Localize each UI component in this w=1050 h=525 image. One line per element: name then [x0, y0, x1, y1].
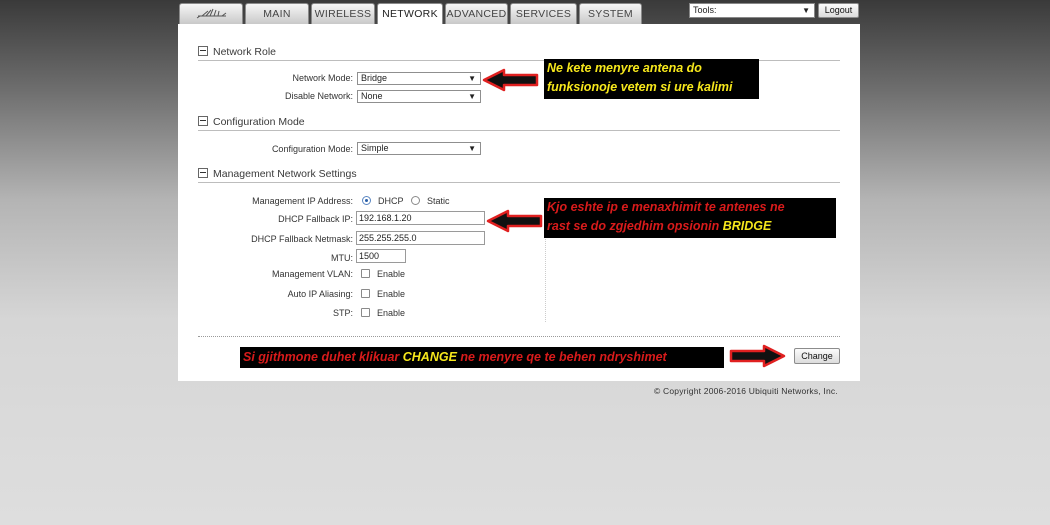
configuration-mode-label: Configuration Mode: — [271, 144, 353, 154]
configuration-mode-select[interactable]: Simple ▼ — [357, 142, 481, 155]
disable-network-value: None — [361, 91, 383, 101]
section-title: Management Network Settings — [213, 168, 357, 180]
collapse-icon[interactable] — [198, 46, 208, 57]
tools-select[interactable]: Tools: ▼ — [689, 3, 815, 18]
annotation-network-mode: Ne kete menyre antena do funksionoje vet… — [544, 59, 759, 99]
annotation-line: Kjo eshte ip e menaxhimit te antenes ne — [547, 200, 785, 214]
annotation-line: Si gjithmone duhet klikuar — [243, 350, 403, 364]
divider — [198, 130, 840, 131]
mtu-label: MTU: — [331, 253, 353, 263]
management-vlan-checkbox[interactable] — [361, 269, 370, 278]
annotation-change: Si gjithmone duhet klikuar CHANGE ne men… — [240, 347, 724, 368]
network-mode-value: Bridge — [361, 73, 388, 83]
tab-wireless[interactable]: WIRELESS — [311, 3, 375, 24]
network-mode-label: Network Mode: — [292, 73, 353, 83]
enable-label: Enable — [377, 269, 406, 279]
tab-system[interactable]: SYSTEM — [579, 3, 642, 24]
stp-checkbox[interactable] — [361, 308, 370, 317]
tools-select-value: Tools: — [693, 5, 717, 15]
disable-network-label: Disable Network: — [284, 91, 353, 101]
tab-advanced[interactable]: ADVANCED — [445, 3, 508, 24]
stp-label: STP: — [332, 308, 353, 318]
chevron-down-icon: ▼ — [468, 144, 476, 153]
arrow-right-icon — [729, 344, 786, 368]
arrow-left-icon — [486, 209, 543, 233]
enable-label: Enable — [377, 308, 406, 318]
network-mode-select[interactable]: Bridge ▼ — [357, 72, 481, 85]
annotation-highlight: BRIDGE — [722, 219, 772, 233]
disable-network-select[interactable]: None ▼ — [357, 90, 481, 103]
chevron-down-icon: ▼ — [802, 6, 810, 15]
tab-logo[interactable] — [179, 3, 243, 24]
annotation-line: ne menyre qe te behen ndryshimet — [456, 350, 667, 364]
annotation-line: Ne kete menyre antena do — [547, 61, 702, 75]
static-label: Static — [427, 196, 450, 206]
fallback-netmask-input[interactable]: 255.255.255.0 — [356, 231, 485, 245]
copyright-text: © Copyright 2006-2016 Ubiquiti Networks,… — [654, 386, 838, 396]
dhcp-label: DHCP — [378, 196, 404, 206]
enable-label: Enable — [377, 289, 406, 299]
auto-ip-aliasing-label: Auto IP Aliasing: — [287, 289, 353, 299]
annotation-fallback-ip: Kjo eshte ip e menaxhimit te antenes ne … — [544, 198, 836, 238]
dhcp-radio[interactable] — [362, 196, 371, 205]
network-role-header[interactable]: Network Role — [198, 46, 276, 58]
static-radio[interactable] — [411, 196, 420, 205]
management-ip-label: Management IP Address: — [252, 196, 353, 206]
fallback-ip-label: DHCP Fallback IP: — [278, 214, 353, 224]
configuration-mode-value: Simple — [361, 143, 389, 153]
chevron-down-icon: ▼ — [468, 92, 476, 101]
collapse-icon[interactable] — [198, 116, 208, 127]
divider — [198, 182, 840, 183]
fallback-ip-input[interactable]: 192.168.1.20 — [356, 211, 485, 225]
annotation-line: funksionoje vetem si ure kalimi — [547, 80, 733, 94]
arrow-left-icon — [482, 68, 539, 92]
ubiquiti-logo-icon — [196, 8, 227, 19]
change-button[interactable]: Change — [794, 348, 840, 364]
mtu-input[interactable]: 1500 — [356, 249, 406, 263]
collapse-icon[interactable] — [198, 168, 208, 179]
logout-button[interactable]: Logout — [818, 3, 859, 18]
annotation-highlight: CHANGE — [402, 350, 457, 364]
annotation-line: rast se do zgjedhim opsionin — [547, 219, 723, 233]
chevron-down-icon: ▼ — [468, 74, 476, 83]
management-vlan-label: Management VLAN: — [271, 269, 353, 279]
auto-ip-aliasing-checkbox[interactable] — [361, 289, 370, 298]
section-title: Network Role — [213, 46, 277, 58]
tab-main[interactable]: MAIN — [245, 3, 309, 24]
tab-network[interactable]: NETWORK — [377, 3, 443, 25]
tab-services[interactable]: SERVICES — [510, 3, 577, 24]
fallback-netmask-label: DHCP Fallback Netmask: — [251, 234, 353, 244]
configuration-mode-header[interactable]: Configuration Mode — [198, 116, 305, 128]
management-network-header[interactable]: Management Network Settings — [198, 168, 357, 180]
section-title: Configuration Mode — [213, 116, 305, 128]
divider — [198, 336, 840, 337]
